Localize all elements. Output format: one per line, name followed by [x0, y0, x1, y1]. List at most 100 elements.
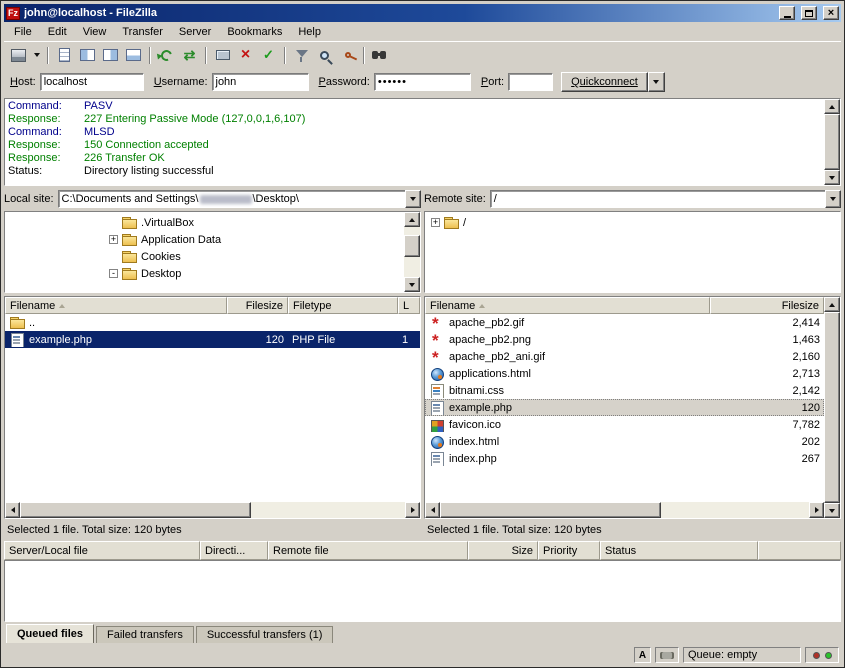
scroll-left-button[interactable] — [5, 502, 20, 518]
quickconnect-button[interactable]: Quickconnect — [561, 72, 648, 92]
scroll-thumb[interactable] — [824, 114, 840, 170]
encryption-indicator-icon[interactable] — [655, 647, 679, 663]
remote-site-combobox[interactable]: / — [490, 190, 841, 208]
transfer-type-icon[interactable] — [634, 647, 651, 663]
local-path-field[interactable]: C:\Documents and Settings\\Desktop\ — [58, 190, 405, 208]
process-queue-button[interactable] — [257, 44, 280, 66]
key-button[interactable] — [336, 44, 359, 66]
queue-column-status[interactable]: Status — [600, 541, 758, 560]
file-row[interactable]: apache_pb2_ani.gif2,160 — [425, 348, 824, 365]
scroll-down-button[interactable] — [824, 503, 840, 518]
file-row[interactable]: index.php267 — [425, 450, 824, 467]
cancel-button[interactable] — [234, 44, 257, 66]
host-input[interactable]: localhost — [40, 73, 144, 91]
queue-column-size[interactable]: Size — [468, 541, 538, 560]
column-header-last-modified[interactable]: L — [398, 297, 420, 314]
tree-expander[interactable]: + — [431, 218, 440, 227]
scroll-right-button[interactable] — [809, 502, 824, 518]
toggle-message-log-button[interactable] — [53, 44, 76, 66]
menu-help[interactable]: Help — [290, 24, 329, 40]
synchronized-browsing-button[interactable] — [178, 44, 201, 66]
file-row-example-php[interactable]: example.php 120 PHP File 1 — [5, 331, 420, 348]
find-files-button[interactable] — [369, 44, 392, 66]
toggle-local-tree-button[interactable] — [76, 44, 99, 66]
tree-expander[interactable]: - — [109, 269, 118, 278]
tree-item-root[interactable]: +/ — [425, 214, 840, 231]
log-vertical-scrollbar[interactable] — [824, 99, 840, 185]
remote-path-field[interactable]: / — [490, 190, 825, 208]
column-header-filename[interactable]: Filename — [425, 297, 710, 314]
scroll-track[interactable] — [824, 114, 840, 170]
file-row-parent-dir[interactable]: .. — [5, 314, 420, 331]
scroll-up-button[interactable] — [404, 212, 420, 227]
remote-vertical-scrollbar[interactable] — [824, 297, 840, 518]
scroll-track[interactable] — [440, 502, 809, 518]
site-manager-button[interactable] — [7, 44, 30, 66]
scroll-thumb[interactable] — [20, 502, 251, 518]
minimize-button[interactable] — [779, 6, 795, 20]
menu-view[interactable]: View — [75, 24, 115, 40]
quickconnect-dropdown-button[interactable] — [648, 72, 665, 92]
menu-bookmarks[interactable]: Bookmarks — [219, 24, 290, 40]
remote-path-dropdown-button[interactable] — [825, 190, 841, 208]
scroll-down-button[interactable] — [404, 277, 420, 292]
file-row[interactable]: favicon.ico7,782 — [425, 416, 824, 433]
tab-queued-files[interactable]: Queued files — [6, 624, 94, 643]
scroll-thumb[interactable] — [440, 502, 661, 518]
tree-expander[interactable]: + — [109, 235, 118, 244]
file-row[interactable]: apache_pb2.png1,463 — [425, 331, 824, 348]
site-manager-dropdown-button[interactable] — [30, 44, 43, 66]
column-header-filesize[interactable]: Filesize — [710, 297, 824, 314]
local-tree-scrollbar[interactable] — [404, 212, 420, 292]
port-input[interactable] — [508, 73, 553, 91]
column-header-filetype[interactable]: Filetype — [288, 297, 398, 314]
queue-column-priority[interactable]: Priority — [538, 541, 600, 560]
scroll-left-button[interactable] — [425, 502, 440, 518]
maximize-button[interactable] — [801, 6, 817, 20]
disconnect-button[interactable] — [211, 44, 234, 66]
tree-item-virtualbox[interactable]: .VirtualBox — [5, 214, 404, 231]
toggle-queue-button[interactable] — [122, 44, 145, 66]
tab-failed-transfers[interactable]: Failed transfers — [96, 626, 194, 643]
scroll-right-button[interactable] — [405, 502, 420, 518]
file-row-example-php[interactable]: example.php120 — [425, 399, 824, 416]
scroll-track[interactable] — [404, 227, 420, 277]
queue-column-server-local-file[interactable]: Server/Local file — [4, 541, 200, 560]
scroll-up-button[interactable] — [824, 297, 840, 312]
queue-column-remote-file[interactable]: Remote file — [268, 541, 468, 560]
scroll-thumb[interactable] — [824, 312, 840, 503]
scroll-thumb[interactable] — [404, 235, 420, 257]
menu-edit[interactable]: Edit — [40, 24, 75, 40]
file-row[interactable]: index.html202 — [425, 433, 824, 450]
compare-button[interactable] — [313, 44, 336, 66]
password-input[interactable]: •••••• — [374, 73, 471, 91]
title-bar[interactable]: Fz john@localhost - FileZilla × — [4, 4, 841, 22]
file-row[interactable]: bitnami.css2,142 — [425, 382, 824, 399]
queue-body[interactable] — [4, 560, 841, 622]
tab-successful-transfers[interactable]: Successful transfers (1) — [196, 626, 334, 643]
scroll-down-button[interactable] — [824, 170, 840, 185]
scroll-up-button[interactable] — [824, 99, 840, 114]
tree-item-cookies[interactable]: Cookies — [5, 248, 404, 265]
menu-transfer[interactable]: Transfer — [114, 24, 171, 40]
file-row[interactable]: apache_pb2.gif2,414 — [425, 314, 824, 331]
file-row[interactable]: applications.html2,713 — [425, 365, 824, 382]
local-site-combobox[interactable]: C:\Documents and Settings\\Desktop\ — [58, 190, 421, 208]
scroll-track[interactable] — [20, 502, 405, 518]
close-button[interactable]: × — [823, 6, 839, 20]
scroll-track[interactable] — [824, 312, 840, 503]
column-header-filename[interactable]: Filename — [5, 297, 227, 314]
remote-horizontal-scrollbar[interactable] — [425, 502, 824, 518]
local-horizontal-scrollbar[interactable] — [5, 502, 420, 518]
menu-file[interactable]: File — [6, 24, 40, 40]
tree-item-desktop[interactable]: -Desktop — [5, 265, 404, 282]
column-header-filesize[interactable]: Filesize — [227, 297, 288, 314]
tree-item-application-data[interactable]: +Application Data — [5, 231, 404, 248]
filter-button[interactable] — [290, 44, 313, 66]
local-path-dropdown-button[interactable] — [405, 190, 421, 208]
queue-column-direction[interactable]: Directi... — [200, 541, 268, 560]
refresh-button[interactable] — [155, 44, 178, 66]
menu-server[interactable]: Server — [171, 24, 219, 40]
toggle-remote-tree-button[interactable] — [99, 44, 122, 66]
username-input[interactable]: john — [212, 73, 309, 91]
